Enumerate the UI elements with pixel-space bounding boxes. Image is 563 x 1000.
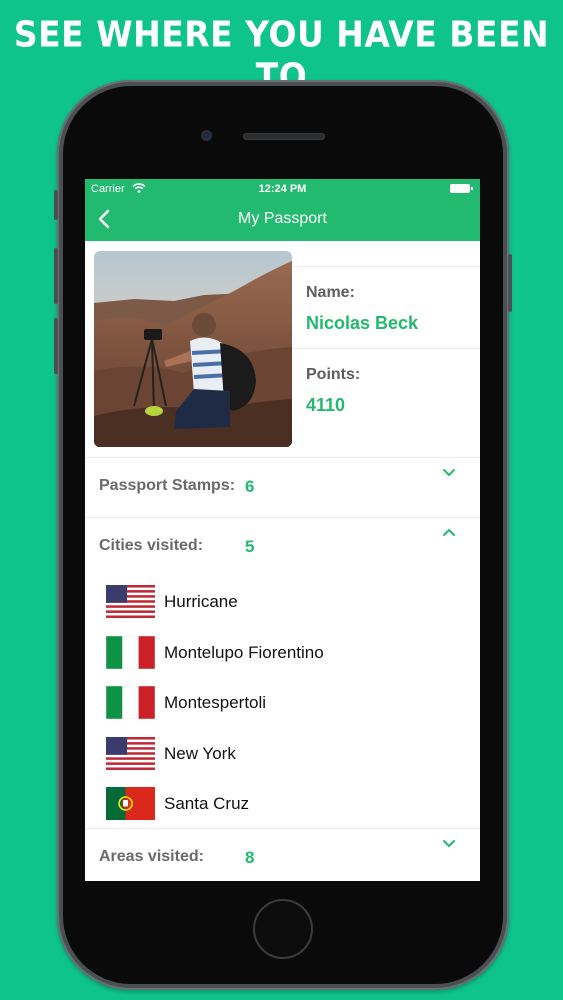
profile-card: Name: Nicolas Beck Points: 4110 xyxy=(85,241,480,457)
areas-visited-section[interactable]: Areas visited: 8 xyxy=(85,828,480,881)
front-camera xyxy=(201,130,212,141)
chevron-up-icon[interactable] xyxy=(440,526,458,538)
city-item[interactable]: Montelupo Fiorentino xyxy=(85,632,480,682)
city-name: Montespertoli xyxy=(164,693,267,712)
app-screen: Carrier 12:24 PM My Passport Name: Nicol… xyxy=(85,179,480,881)
power-button xyxy=(508,254,512,312)
status-time: 12:24 PM xyxy=(258,183,307,195)
mute-switch xyxy=(54,190,58,220)
city-name: Hurricane xyxy=(164,592,238,611)
chevron-down-icon[interactable] xyxy=(440,466,458,478)
city-name: New York xyxy=(164,744,236,763)
cities-visited-section[interactable]: Cities visited: 5 xyxy=(85,517,480,577)
name-value: Nicolas Beck xyxy=(306,313,419,333)
section-label: Areas visited: xyxy=(99,848,204,865)
city-name: Santa Cruz xyxy=(164,794,250,813)
name-label: Name: xyxy=(306,284,355,301)
profile-photo xyxy=(94,251,292,447)
it-flag-icon xyxy=(106,636,155,669)
volume-down-button xyxy=(54,318,58,374)
battery-icon xyxy=(450,184,473,193)
earpiece-speaker xyxy=(243,133,325,140)
info-divider-middle xyxy=(292,348,480,349)
status-bar: Carrier 12:24 PM xyxy=(85,179,480,199)
us-flag-icon xyxy=(106,737,155,770)
info-divider-top xyxy=(292,266,480,267)
points-label: Points: xyxy=(306,366,361,383)
city-item[interactable]: Montespertoli xyxy=(85,682,480,732)
city-item[interactable]: Hurricane xyxy=(85,581,480,631)
volume-up-button xyxy=(54,248,58,304)
passport-stamps-section[interactable]: Passport Stamps: 6 xyxy=(85,457,480,517)
section-count: 5 xyxy=(245,537,255,556)
chevron-down-icon[interactable] xyxy=(440,837,458,849)
it-flag-icon xyxy=(106,686,155,719)
pt-flag-icon xyxy=(106,787,155,820)
city-item[interactable]: Santa Cruz xyxy=(85,783,480,833)
nav-title: My Passport xyxy=(238,210,327,227)
section-count: 6 xyxy=(245,477,255,496)
points-value: 4110 xyxy=(306,395,346,415)
section-label: Passport Stamps: xyxy=(99,477,236,494)
city-name: Montelupo Fiorentino xyxy=(164,643,324,662)
section-count: 8 xyxy=(245,848,255,867)
section-label: Cities visited: xyxy=(99,537,204,554)
us-flag-icon xyxy=(106,585,155,618)
city-item[interactable]: New York xyxy=(85,733,480,783)
home-button[interactable] xyxy=(253,899,313,959)
navigation-bar: My Passport xyxy=(85,199,480,241)
